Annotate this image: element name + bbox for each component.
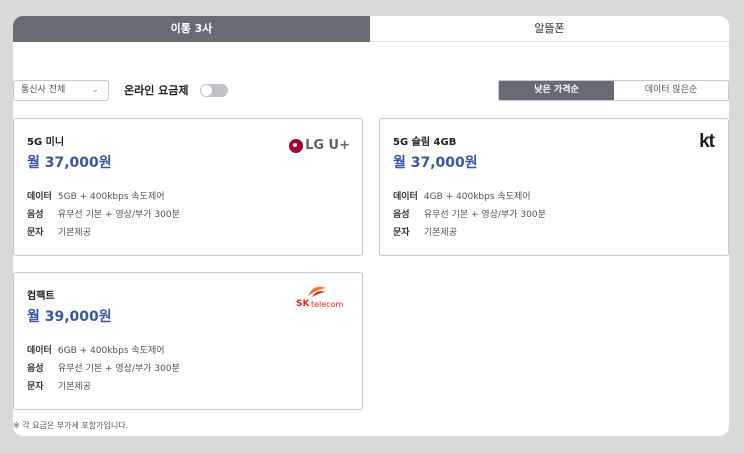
- sk-logo-subtext: telecom: [311, 300, 344, 309]
- carrier-select[interactable]: 통신사 전체 ⌄: [13, 80, 109, 101]
- plan-spec-voice: 음성 유무선 기본 + 영상/부가 300분: [393, 210, 546, 220]
- online-plan-toggle[interactable]: [200, 84, 228, 97]
- sktelecom-logo: SK telecom: [296, 285, 348, 309]
- plan-name: 5G 슬림 4GB: [393, 137, 457, 148]
- carrier-select-value: 통신사 전체: [21, 85, 66, 95]
- lg-face-icon: [289, 138, 304, 153]
- lguplus-logo: LG U+: [289, 135, 350, 154]
- plan-spec-sms: 문자 기본제공: [27, 382, 91, 392]
- plan-card[interactable]: 5G 미니 월 37,000원 LG U+ 데이터 5GB + 400kbps …: [13, 118, 363, 256]
- chevron-down-icon: ⌄: [91, 85, 99, 95]
- carrier-tabs: 이통 3사 알뜰폰: [13, 16, 729, 42]
- kt-logo: kt: [699, 131, 715, 152]
- plan-spec-voice: 음성 유무선 기본 + 영상/부가 300분: [27, 210, 180, 220]
- tab-major-carriers[interactable]: 이통 3사: [13, 16, 370, 42]
- filter-row: 통신사 전체 ⌄ 온라인 요금제 낮은 가격순 데이터 많은순: [13, 80, 729, 102]
- plan-card[interactable]: 컴팩트 월 39,000원 SK telecom 데이터 6GB + 400kb…: [13, 272, 363, 410]
- sk-logo-text: SK: [296, 299, 310, 309]
- plan-name: 컴팩트: [27, 291, 55, 302]
- plan-spec-sms: 문자 기본제공: [27, 228, 91, 238]
- plan-spec-sms: 문자 기본제공: [393, 228, 457, 238]
- plan-spec-data: 데이터 6GB + 400kbps 속도제어: [27, 346, 165, 356]
- plan-spec-data: 데이터 4GB + 400kbps 속도제어: [393, 192, 531, 202]
- plan-panel: 이통 3사 알뜰폰 통신사 전체 ⌄ 온라인 요금제 낮은 가격순 데이터 많은…: [13, 16, 729, 436]
- plan-price: 월 37,000원: [393, 155, 478, 171]
- toggle-knob: [201, 85, 212, 96]
- sort-most-data-button[interactable]: 데이터 많은순: [614, 81, 728, 100]
- plan-name: 5G 미니: [27, 137, 65, 148]
- online-plan-label: 온라인 요금제: [124, 84, 189, 97]
- tab-mvno[interactable]: 알뜰폰: [370, 16, 729, 42]
- plan-spec-data: 데이터 5GB + 400kbps 속도제어: [27, 192, 165, 202]
- plan-price: 월 39,000원: [27, 309, 112, 325]
- plan-price: 월 37,000원: [27, 155, 112, 171]
- sort-lowest-price-button[interactable]: 낮은 가격순: [499, 81, 614, 100]
- sort-group: 낮은 가격순 데이터 많은순: [498, 80, 729, 101]
- vat-footnote: ※ 각 요금은 부가세 포함가입니다.: [13, 421, 129, 430]
- plan-card[interactable]: 5G 슬림 4GB 월 37,000원 kt 데이터 4GB + 400kbps…: [379, 118, 729, 256]
- plan-spec-voice: 음성 유무선 기본 + 영상/부가 300분: [27, 364, 180, 374]
- sk-butterfly-icon: [308, 286, 326, 297]
